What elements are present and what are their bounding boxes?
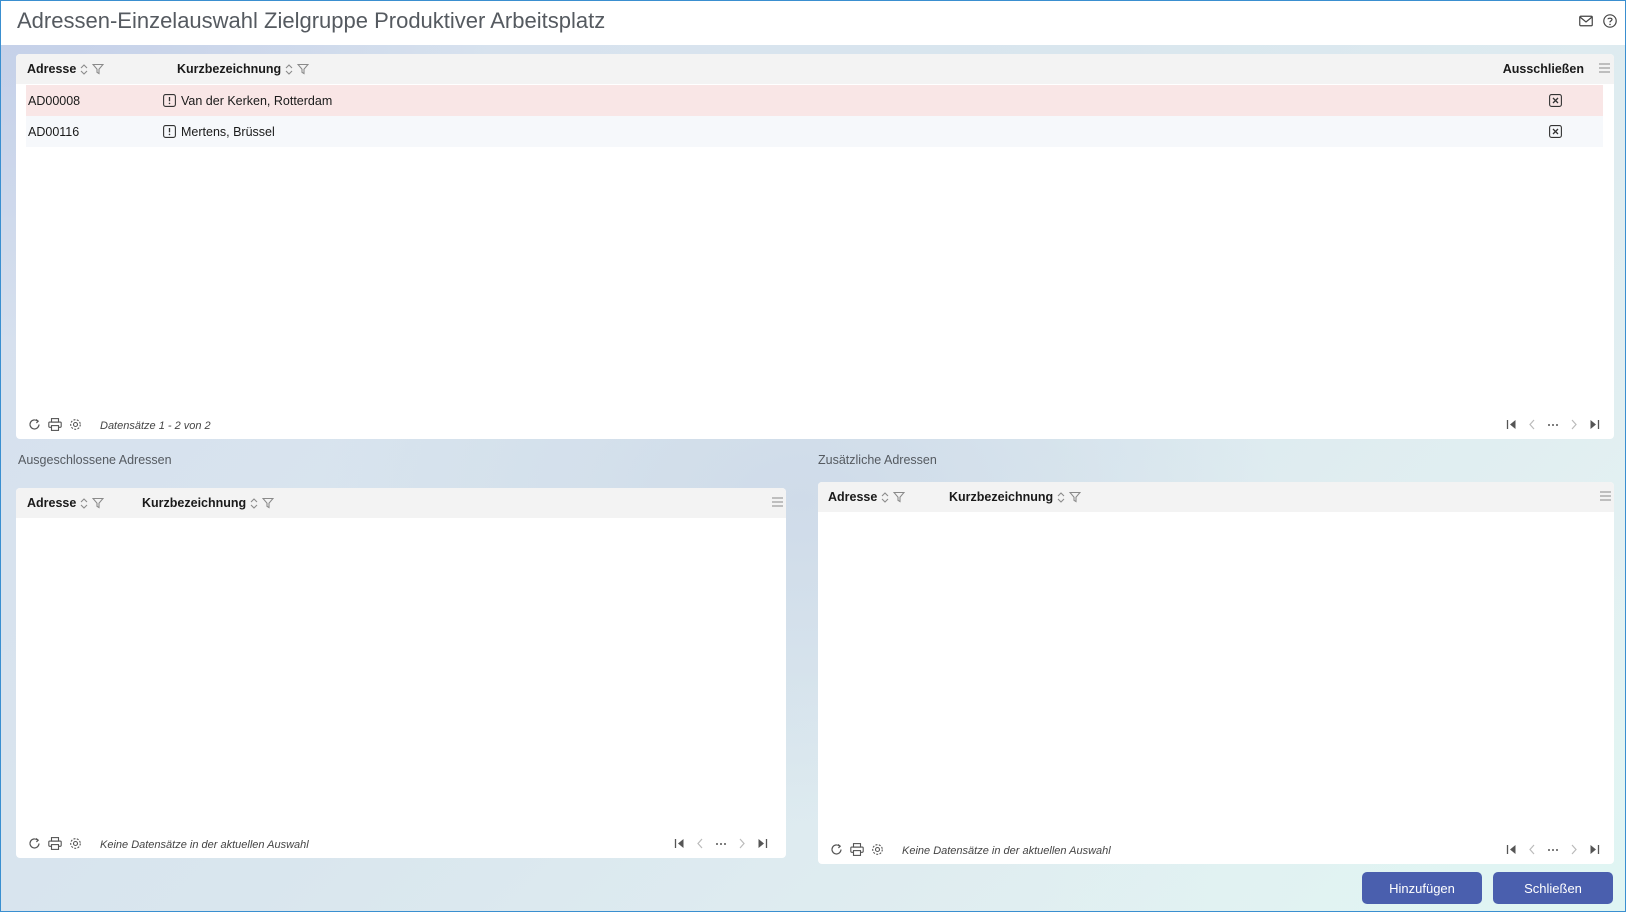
cell-kurzbezeichnung: Van der Kerken, Rotterdam	[163, 94, 332, 108]
help-icon[interactable]	[1603, 14, 1617, 28]
grid-footer: Datensätze 1 - 2 von 2	[16, 413, 1614, 439]
grid-footer: Keine Datensätze in der aktuellen Auswah…	[818, 838, 1614, 864]
last-page-icon[interactable]	[1589, 419, 1600, 430]
next-page-icon[interactable]	[738, 838, 746, 849]
last-page-icon[interactable]	[757, 838, 768, 849]
previous-page-icon[interactable]	[1528, 844, 1536, 855]
refresh-icon[interactable]	[28, 837, 41, 850]
grid-header: Adresse Kurzbezeichnung	[16, 488, 786, 518]
cell-kurzbezeichnung-text: Mertens, Brüssel	[181, 124, 275, 139]
next-page-icon[interactable]	[1570, 419, 1578, 430]
column-label-kurzbezeichnung: Kurzbezeichnung	[177, 62, 282, 76]
sort-icon[interactable]	[285, 63, 293, 75]
filter-icon[interactable]	[92, 497, 105, 509]
pager	[1506, 844, 1600, 855]
print-icon[interactable]	[48, 418, 62, 431]
last-page-icon[interactable]	[1589, 844, 1600, 855]
column-label-ausschliessen: Ausschließen	[1502, 62, 1584, 76]
cell-kurzbezeichnung-text: Van der Kerken, Rotterdam	[181, 93, 333, 108]
next-page-icon[interactable]	[1570, 844, 1578, 855]
cell-adresse: AD00116	[28, 124, 80, 139]
sort-icon[interactable]	[80, 497, 88, 509]
column-label-kurzbezeichnung: Kurzbezeichnung	[142, 496, 247, 510]
column-menu-icon[interactable]	[1599, 63, 1610, 73]
sort-icon[interactable]	[881, 491, 889, 503]
grid-footer: Keine Datensätze in der aktuellen Auswah…	[16, 832, 786, 858]
column-menu-icon[interactable]	[1600, 491, 1611, 501]
main-address-grid: Adresse Kurzbezeichnung Ausschließen AD0…	[16, 54, 1614, 439]
column-header-kurzbezeichnung[interactable]: Kurzbezeichnung	[177, 62, 310, 76]
gear-icon[interactable]	[69, 837, 82, 850]
table-row[interactable]: AD00116 Mertens, Brüssel	[26, 116, 1603, 147]
add-button[interactable]: Hinzufügen	[1362, 872, 1482, 904]
pager	[1506, 419, 1600, 430]
refresh-icon[interactable]	[28, 418, 41, 431]
gear-icon[interactable]	[69, 418, 82, 431]
table-row[interactable]: AD00008 Van der Kerken, Rotterdam	[26, 85, 1603, 116]
column-header-adresse[interactable]: Adresse	[27, 496, 105, 510]
gear-icon[interactable]	[871, 843, 884, 856]
column-label-adresse: Adresse	[27, 496, 77, 510]
column-label-adresse: Adresse	[27, 62, 77, 76]
previous-page-icon[interactable]	[1528, 419, 1536, 430]
column-header-kurzbezeichnung[interactable]: Kurzbezeichnung	[142, 496, 275, 510]
column-header-adresse[interactable]: Adresse	[828, 490, 906, 504]
column-header-ausschliessen[interactable]: Ausschließen	[1503, 62, 1584, 76]
previous-page-icon[interactable]	[696, 838, 704, 849]
excluded-section-label: Ausgeschlossene Adressen	[18, 453, 172, 467]
title-bar: Adressen-Einzelauswahl Zielgruppe Produk…	[1, 1, 1625, 45]
record-count-text: Keine Datensätze in der aktuellen Auswah…	[100, 839, 309, 851]
excluded-address-grid: Adresse Kurzbezeichnung Keine Datensätze…	[16, 488, 786, 858]
pager	[674, 838, 768, 849]
cell-kurzbezeichnung: Mertens, Brüssel	[163, 125, 275, 139]
column-header-kurzbezeichnung[interactable]: Kurzbezeichnung	[949, 490, 1082, 504]
record-count-text: Keine Datensätze in der aktuellen Auswah…	[902, 845, 1111, 857]
filter-icon[interactable]	[893, 491, 906, 503]
grid-header: Adresse Kurzbezeichnung	[818, 482, 1614, 512]
print-icon[interactable]	[48, 837, 62, 850]
record-count-text: Datensätze 1 - 2 von 2	[100, 420, 211, 432]
first-page-icon[interactable]	[1506, 419, 1517, 430]
exclude-checkbox-icon[interactable]	[1549, 125, 1562, 138]
column-label-adresse: Adresse	[828, 490, 878, 504]
filter-icon[interactable]	[1069, 491, 1082, 503]
filter-icon[interactable]	[297, 63, 310, 75]
filter-icon[interactable]	[92, 63, 105, 75]
dialog-window: Adressen-Einzelauswahl Zielgruppe Produk…	[0, 0, 1626, 912]
more-pages-icon[interactable]	[715, 842, 727, 846]
additional-section-label: Zusätzliche Adressen	[818, 453, 937, 467]
column-menu-icon[interactable]	[772, 497, 783, 507]
more-pages-icon[interactable]	[1547, 423, 1559, 427]
cell-adresse: AD00008	[28, 93, 81, 108]
print-icon[interactable]	[850, 843, 864, 856]
more-pages-icon[interactable]	[1547, 848, 1559, 852]
page-title: Adressen-Einzelauswahl Zielgruppe Produk…	[17, 8, 606, 33]
refresh-icon[interactable]	[830, 843, 843, 856]
exclude-checkbox-icon[interactable]	[1549, 94, 1562, 107]
column-label-kurzbezeichnung: Kurzbezeichnung	[949, 490, 1054, 504]
sort-icon[interactable]	[1057, 491, 1065, 503]
column-header-adresse[interactable]: Adresse	[27, 62, 105, 76]
sort-icon[interactable]	[80, 63, 88, 75]
close-button[interactable]: Schließen	[1493, 872, 1613, 904]
info-icon	[163, 94, 176, 107]
first-page-icon[interactable]	[674, 838, 685, 849]
additional-address-grid: Adresse Kurzbezeichnung Keine Datensätze…	[818, 482, 1614, 864]
info-icon	[163, 125, 176, 138]
grid-header: Adresse Kurzbezeichnung Ausschließen	[16, 54, 1614, 84]
sort-icon[interactable]	[250, 497, 258, 509]
mail-icon[interactable]	[1579, 14, 1593, 28]
filter-icon[interactable]	[262, 497, 275, 509]
first-page-icon[interactable]	[1506, 844, 1517, 855]
